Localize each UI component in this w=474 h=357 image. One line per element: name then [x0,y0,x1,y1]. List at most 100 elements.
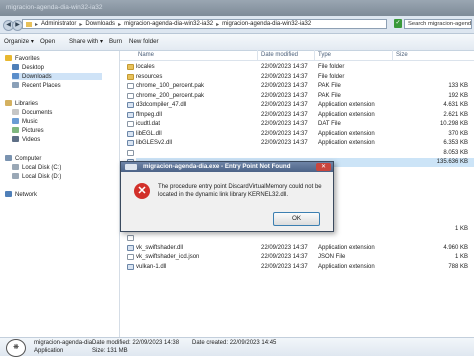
file-date-modified: 22/09/2023 14:37 [261,73,308,80]
dialog-titlebar[interactable]: migracion-agenda-dia.exe - Entry Point N… [121,162,333,172]
nav-label: Local Disk (C:) [22,165,62,171]
file-date-modified: 22/09/2023 14:37 [261,121,308,127]
nav-favorites[interactable]: Favorites [5,55,40,62]
file-row[interactable]: icudtl.dat 22/09/2023 14:37 DAT File 10.298… [127,120,474,129]
column-size[interactable]: Size [396,52,408,58]
nav-label: Desktop [22,65,45,71]
file-size: 4.631 KB [443,102,468,108]
nav-music[interactable]: Music [12,118,38,125]
nav-documents[interactable]: Documents [12,109,52,116]
file-row[interactable] [127,234,474,243]
nav-local-disk-d[interactable]: Local Disk (D:) [12,173,61,180]
nav-label: Music [22,119,38,125]
file-date-modified: 22/09/2023 14:37 [261,111,308,118]
file-row[interactable]: 8.053 KB [127,149,474,158]
music-icon [12,118,19,124]
column-divider[interactable] [392,50,393,60]
column-type[interactable]: Type [318,52,331,58]
breadcrumb-administrator[interactable]: Administrator [41,21,76,27]
nav-label: Local Disk (D:) [22,174,62,180]
nav-network[interactable]: Network [5,191,37,198]
window-titlebar[interactable]: migracion-agenda-dia-win32-ia32 [0,0,474,16]
detail-type: Application [34,348,64,354]
file-row[interactable]: chrome_100_percent.pak 22/09/2023 14:37 PA… [127,82,474,91]
file-name: resources [136,73,163,80]
file-date-modified: 22/09/2023 14:37 [261,130,308,137]
search-input[interactable]: Search migracion-agend... [404,19,472,29]
pictures-icon [12,127,19,133]
detail-name: migracion-agenda-dia [34,340,93,346]
column-divider[interactable] [257,50,258,60]
error-dialog: migracion-agenda-dia.exe - Entry Point N… [120,161,334,232]
folder-icon [26,21,32,27]
chevron-right-icon: ▸ [118,21,122,28]
file-name: locales [136,64,155,70]
file-type: Application extension [318,244,375,251]
file-row[interactable]: libEGL.dll 22/09/2023 14:37 Application ex… [127,130,474,139]
close-button[interactable]: ✕ [316,163,331,171]
file-size: 788 KB [448,263,468,270]
nav-label: Documents [22,110,53,116]
nav-computer[interactable]: Computer [5,155,41,162]
column-date-modified[interactable]: Date modified [261,52,298,58]
address-bar[interactable]: ▸ Administrator ▸ Downloads ▸ migracion-… [22,19,387,29]
file-row[interactable]: resources 22/09/2023 14:37 File folder [127,73,474,82]
nav-downloads[interactable]: Downloads [12,73,102,80]
open-button[interactable]: Open [40,38,55,45]
column-name[interactable]: Name [138,52,154,58]
file-row[interactable]: vulkan-1.dll 22/09/2023 14:37 Application … [127,263,474,272]
file-date-modified: 22/09/2023 14:37 [261,140,308,146]
libraries-icon [5,100,12,106]
nav-recent-places[interactable]: Recent Places [12,82,61,89]
application-icon: ❋ [6,339,26,357]
nav-label: Computer [15,156,42,162]
breadcrumb-subfolder[interactable]: migracion-agenda-dia-win32-ia32 [222,21,311,27]
file-icon [127,149,134,156]
file-row[interactable]: vk_swiftshader_icd.json 22/09/2023 14:37 J… [127,253,474,262]
file-type: Application extension [318,140,375,146]
dll-file-icon [127,111,134,118]
burn-button[interactable]: Burn [109,38,122,45]
nav-videos[interactable]: Videos [12,136,40,143]
dll-file-icon [127,102,134,108]
breadcrumb-folder[interactable]: migracion-agenda-dia-win32-ia32 [124,21,213,27]
refresh-icon[interactable]: ✓ [394,19,402,28]
file-date-modified: 22/09/2023 14:37 [261,92,308,99]
file-type: Application extension [318,111,375,118]
file-size: 6.353 KB [443,140,468,146]
file-size: 135.636 KB [436,159,468,165]
nav-desktop[interactable]: Desktop [12,64,44,71]
nav-libraries[interactable]: Libraries [5,100,38,107]
documents-icon [12,109,19,115]
organize-menu[interactable]: Organize ▾ [4,38,34,45]
file-date-modified: 22/09/2023 14:37 [261,263,308,270]
share-with-menu[interactable]: Share with ▾ [69,38,103,45]
file-name: chrome_200_percent.pak [136,92,205,99]
file-type: File folder [318,73,345,80]
file-row[interactable]: libGLESv2.dll 22/09/2023 14:37 Application… [127,139,474,148]
file-row[interactable]: locales 22/09/2023 14:37 File folder [127,63,474,72]
file-row[interactable]: ffmpeg.dll 22/09/2023 14:37 Application ex… [127,111,474,120]
file-name: vulkan-1.dll [136,263,167,270]
nav-pictures[interactable]: Pictures [12,127,44,134]
ok-button[interactable]: OK [273,212,320,226]
file-icon [127,235,134,241]
column-divider[interactable] [314,50,315,60]
file-size: 370 KB [448,130,468,137]
file-name: vk_swiftshader_icd.json [136,254,200,260]
file-icon [127,92,134,99]
file-size: 1 KB [454,254,468,260]
new-folder-button[interactable]: New folder [129,38,159,45]
file-type: DAT File [318,121,341,127]
file-row[interactable]: d3dcompiler_47.dll 22/09/2023 14:37 Applic… [127,101,474,110]
nav-local-disk-c[interactable]: Local Disk (C:) [12,164,61,171]
file-row[interactable]: chrome_200_percent.pak 22/09/2023 14:37 PA… [127,92,474,101]
star-icon [5,55,12,61]
nav-label: Libraries [15,101,39,107]
file-row[interactable]: vk_swiftshader.dll 22/09/2023 14:37 Applic… [127,244,474,253]
nav-label: Videos [22,137,41,143]
nav-label: Favorites [15,56,40,62]
dialog-message: The procedure entry point DiscardVirtual… [158,184,322,198]
breadcrumb-downloads[interactable]: Downloads [85,21,115,27]
file-size: 133 KB [448,83,468,89]
